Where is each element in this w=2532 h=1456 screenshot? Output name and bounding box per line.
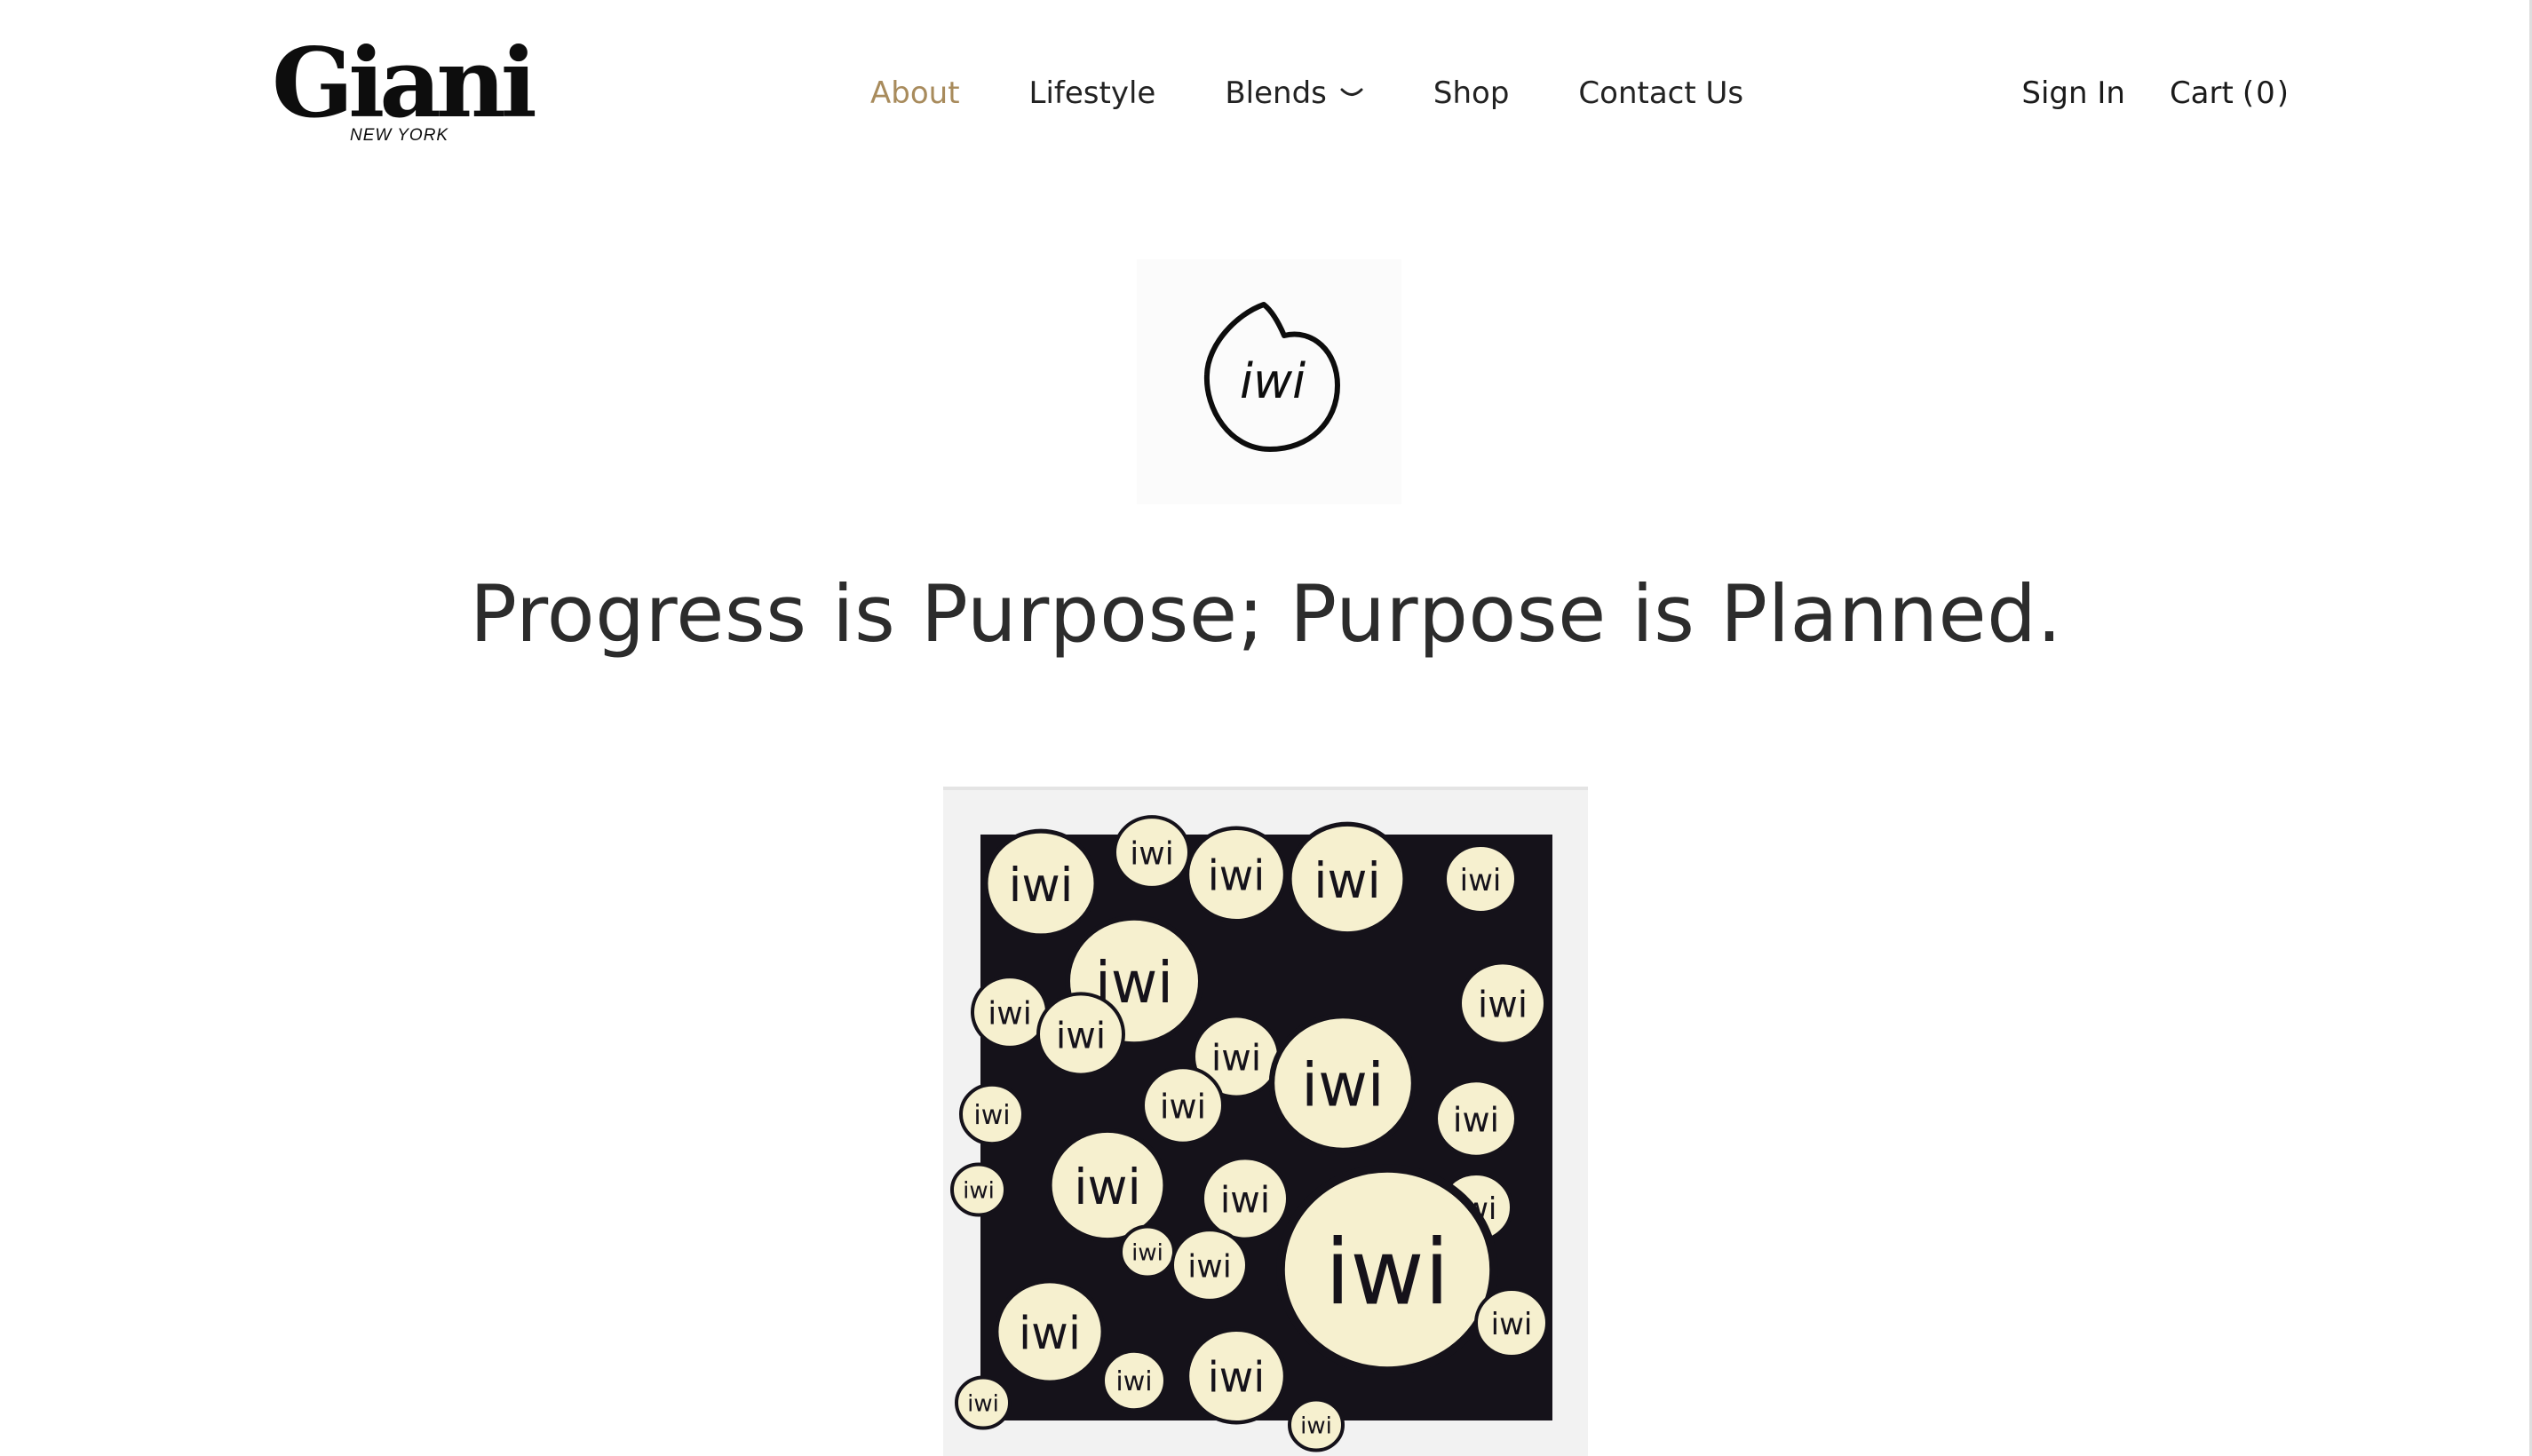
artwork-face-mark: iwi [1460,863,1502,898]
chevron-down-icon [1340,88,1363,96]
artwork-face-mark: iwi [1478,983,1528,1025]
artwork-face-mark: iwi [1187,1248,1231,1285]
page-headline: Progress is Purpose; Purpose is Planned. [470,568,2062,660]
artwork-face-mark: iwi [1074,1159,1141,1215]
artwork-face-mark: iwi [1131,1240,1163,1267]
artwork-face-mark: iwi [1056,1014,1106,1056]
artwork-face-mark: iwi [1325,1220,1449,1325]
nav-item-about[interactable]: About [870,75,960,111]
account-links: Sign In Cart (0) [2021,71,2290,115]
logo-wordmark: Giani [272,28,537,139]
brand-logo[interactable]: Giani NEW YORK [272,36,537,151]
sign-in-link[interactable]: Sign In [2021,75,2125,111]
artwork-face-mark: iwi [1453,1100,1499,1139]
artwork-face-mark: iwi [1491,1307,1533,1342]
nav-item-shop[interactable]: Shop [1433,75,1510,111]
artwork-face-mark: iwi [1115,1366,1152,1397]
artwork-face-mark: iwi [1208,852,1266,901]
nav-item-lifestyle[interactable]: Lifestyle [1029,75,1156,111]
nav-item-blends[interactable]: Blends [1225,75,1364,111]
artwork-face-mark: iwi [1301,1051,1384,1121]
page: Giani NEW YORK About Lifestyle Blends Sh… [0,0,2532,1456]
main-nav: About Lifestyle Blends Shop Contact Us [870,71,1743,115]
artwork-face-mark: iwi [1314,852,1381,909]
artwork-face-mark: iwi [1220,1178,1270,1221]
emblem-drawing: iwi [1203,302,1340,452]
artwork-face-mark: iwi [967,1391,999,1418]
cart-link[interactable]: Cart (0) [2170,75,2290,111]
artwork-face-mark: iwi [963,1178,995,1205]
artwork-drawing: iwiiwi iwi iwi iwiiwiiwiiwiiwiiwi iwiiwi iwii… [950,815,1552,1452]
artwork-face-mark: iwi [1300,1413,1332,1440]
logo-subtext: NEW YORK [350,126,449,145]
artwork-face-mark: iwi [1211,1036,1261,1079]
site-header: Giani NEW YORK About Lifestyle Blends Sh… [0,0,2532,186]
cart-label: Cart [2169,75,2234,111]
nav-item-contact-us[interactable]: Contact Us [1578,75,1743,111]
artwork-face-mark: iwi [1208,1354,1266,1403]
emblem-mark-text: iwi [1240,353,1306,409]
artwork-face-mark: iwi [973,1100,1010,1131]
artwork-face-mark: iwi [1160,1087,1206,1126]
artwork-image: iwi iwi iwi iwi iwi iwi iwi iwi iwi iwi iwi iwi iwi i… [943,787,1588,1456]
artwork-face-mark: iwi [1130,835,1173,872]
artwork-face-mark: iwi [988,995,1031,1032]
cart-count: (0) [2242,75,2290,111]
iwi-face-emblem-icon: iwi [1137,259,1401,504]
artwork-face-mark: iwi [1019,1308,1081,1360]
nav-item-blends-label: Blends [1225,75,1327,111]
artwork-face-mark: iwi [1009,859,1074,913]
